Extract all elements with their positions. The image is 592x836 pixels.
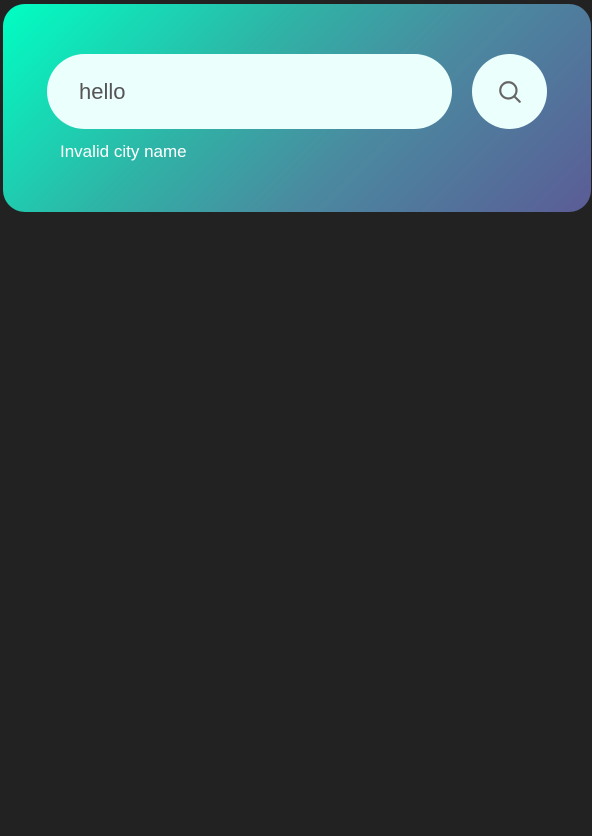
city-search-input[interactable] bbox=[47, 54, 452, 129]
search-button[interactable] bbox=[472, 54, 547, 129]
error-message: Invalid city name bbox=[60, 142, 187, 161]
search-icon bbox=[498, 80, 521, 103]
search-card: Invalid city name bbox=[3, 4, 591, 212]
